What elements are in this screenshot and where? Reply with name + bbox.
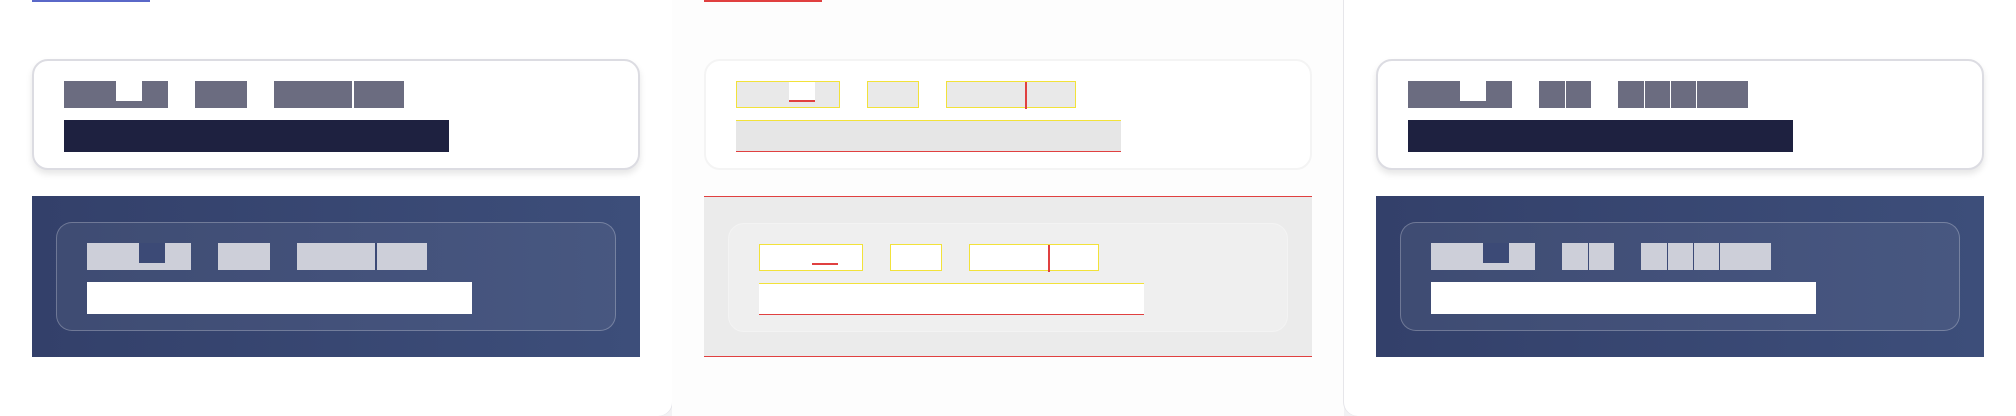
light-card — [32, 59, 640, 170]
skeleton-word — [867, 81, 919, 108]
glass-card — [56, 222, 616, 331]
skeleton-word — [1641, 243, 1771, 270]
preview-panel-3 — [1344, 0, 2016, 416]
light-card — [704, 59, 1312, 170]
skeleton-word — [969, 244, 1099, 272]
skeleton-notch — [1483, 243, 1509, 263]
skeleton-divider — [1565, 81, 1566, 108]
skeleton-word — [297, 243, 427, 270]
preview-panel-1 — [0, 0, 672, 416]
skeleton-text-bar — [1408, 120, 1793, 152]
skeleton-text-bar — [1431, 282, 1816, 314]
skeleton-divider — [352, 81, 354, 108]
skeleton-word — [218, 243, 270, 270]
skeleton-divider — [1048, 245, 1050, 272]
skeleton-divider — [1644, 81, 1645, 108]
skeleton-divider — [1670, 81, 1671, 108]
skeleton-word — [1618, 81, 1748, 108]
skeleton-word — [946, 81, 1076, 109]
preview-panel-2 — [672, 0, 1344, 416]
skeleton-word — [64, 81, 168, 108]
skeleton-divider — [1588, 243, 1589, 270]
skeleton-text-bar — [736, 120, 1121, 152]
skeleton-notch — [1460, 81, 1486, 101]
skeleton-divider — [1025, 82, 1027, 109]
skeleton-divider — [1696, 81, 1697, 108]
accent-underline — [32, 0, 150, 2]
skeleton-divider — [1719, 243, 1720, 270]
skeleton-notch — [116, 81, 142, 101]
dark-section — [1376, 196, 1984, 357]
skeleton-divider — [375, 243, 377, 270]
skeleton-word — [87, 243, 191, 270]
skeleton-word — [759, 244, 863, 271]
glass-card — [728, 223, 1288, 332]
skeleton-divider — [1693, 243, 1694, 270]
light-card — [1376, 59, 1984, 170]
glass-card — [1400, 222, 1960, 331]
skeleton-word — [195, 81, 247, 108]
skeleton-word — [1431, 243, 1535, 270]
skeleton-text-bar — [87, 282, 472, 314]
skeleton-word — [1539, 81, 1591, 108]
skeleton-notch — [812, 245, 838, 265]
skeleton-notch — [789, 82, 815, 102]
skeleton-word — [1408, 81, 1512, 108]
skeleton-word — [1562, 243, 1614, 270]
accent-underline — [704, 0, 822, 2]
skeleton-text-bar — [64, 120, 449, 152]
skeleton-word — [274, 81, 404, 108]
skeleton-text-bar — [759, 283, 1144, 315]
dark-section — [704, 196, 1312, 357]
skeleton-notch — [139, 243, 165, 263]
skeleton-divider — [1667, 243, 1668, 270]
skeleton-word — [890, 244, 942, 271]
skeleton-word — [736, 81, 840, 108]
dark-section — [32, 196, 640, 357]
